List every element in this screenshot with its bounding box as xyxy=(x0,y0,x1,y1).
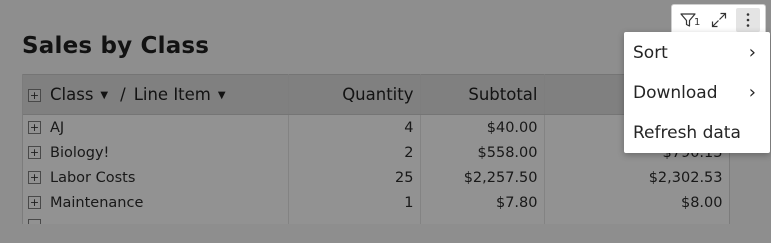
total-cell xyxy=(544,215,729,224)
row-label: AJ xyxy=(50,119,65,136)
chevron-right-icon: › xyxy=(748,42,756,63)
table-row xyxy=(23,215,729,224)
quantity-cell xyxy=(288,215,421,224)
quantity-cell: 2 xyxy=(288,140,421,165)
more-options-icon[interactable] xyxy=(736,8,760,32)
expand-row-icon[interactable]: + xyxy=(28,195,41,209)
line-item-sort-caret-icon[interactable]: ▼ xyxy=(218,90,226,101)
expand-all-icon[interactable]: + xyxy=(28,89,41,102)
subtotal-cell: $2,257.50 xyxy=(420,165,545,190)
row-label-cell: + Biology! xyxy=(23,140,289,165)
visual-title: Sales by Class xyxy=(22,33,210,59)
menu-item-label: Refresh data xyxy=(633,123,741,143)
menu-item-download[interactable]: Download › xyxy=(624,77,770,109)
menu-item-label: Sort xyxy=(633,43,668,63)
menu-item-refresh-data[interactable]: Refresh data xyxy=(624,117,770,149)
row-label-cell xyxy=(23,215,289,224)
table-row: + Maintenance 1 $7.80 $8.00 xyxy=(23,190,729,215)
menu-item-label: Download xyxy=(633,83,718,103)
column-header-subtotal[interactable]: Subtotal xyxy=(420,74,545,115)
expand-row-icon[interactable]: + xyxy=(28,120,41,134)
row-label-cell: + Labor Costs xyxy=(23,165,289,190)
visual-header-bar: 1 xyxy=(671,4,766,35)
quantity-cell: 25 xyxy=(288,165,421,190)
expand-row-icon[interactable]: + xyxy=(28,145,41,159)
expand-row-icon[interactable] xyxy=(28,218,41,224)
row-label: Maintenance xyxy=(50,194,144,211)
line-item-field-label[interactable]: Line Item xyxy=(134,85,211,104)
total-cell: $2,302.53 xyxy=(544,165,729,190)
row-label-cell: + Maintenance xyxy=(23,190,289,215)
chevron-right-icon: › xyxy=(748,82,756,103)
subtotal-cell xyxy=(420,215,545,224)
row-label-cell: + AJ xyxy=(23,114,289,140)
class-sort-caret-icon[interactable]: ▼ xyxy=(100,90,108,101)
quantity-cell: 4 xyxy=(288,114,421,140)
filter-count: 1 xyxy=(694,17,701,28)
row-label: Labor Costs xyxy=(50,169,136,186)
total-cell: $8.00 xyxy=(544,190,729,215)
row-label: Biology! xyxy=(50,144,110,161)
expand-row-icon[interactable]: + xyxy=(28,170,41,184)
hierarchy-separator: / xyxy=(120,85,126,104)
focus-mode-icon[interactable] xyxy=(707,8,731,32)
more-options-menu: Sort › Download › Refresh data xyxy=(624,32,770,153)
subtotal-cell: $558.00 xyxy=(420,140,545,165)
quantity-cell: 1 xyxy=(288,190,421,215)
column-header-quantity[interactable]: Quantity xyxy=(288,74,421,115)
subtotal-cell: $40.00 xyxy=(420,114,545,140)
table-row: + Labor Costs 25 $2,257.50 $2,302.53 xyxy=(23,165,729,190)
subtotal-cell: $7.80 xyxy=(420,190,545,215)
class-field-label[interactable]: Class xyxy=(50,85,93,104)
menu-item-sort[interactable]: Sort › xyxy=(624,37,770,69)
row-header-cell: + Class ▼ / Line Item ▼ xyxy=(23,74,289,115)
